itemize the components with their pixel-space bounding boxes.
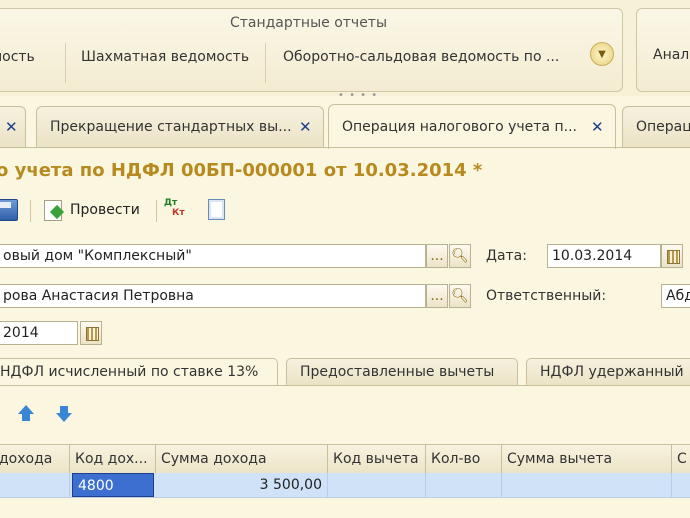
tab-ndfl-13[interactable]: НДФЛ исчисленный по ставке 13% xyxy=(0,358,278,386)
debit-label: Дт xyxy=(164,198,178,208)
ribbon-resize-grip[interactable]: • • • • xyxy=(338,90,378,101)
tab-label: Операция налогового учета п... xyxy=(342,119,577,135)
ribbon-separator xyxy=(265,43,266,83)
tab-label: НДФЛ исчисленный по ставке 13% xyxy=(0,364,259,380)
tab-tax-accounting-operation[interactable]: Операция налогового учета п... ✕ xyxy=(328,104,616,149)
move-up-icon[interactable] xyxy=(16,404,36,424)
chevron-down-circle-icon[interactable]: ▼ xyxy=(590,42,614,66)
table-cell-deduction-code[interactable] xyxy=(328,473,426,497)
ribbon-group-title: Стандартные отчеты xyxy=(229,15,388,31)
select-button[interactable]: ... xyxy=(426,284,448,308)
tab-operation-next[interactable]: Операц xyxy=(622,106,690,147)
tab-label: Операц xyxy=(636,119,690,135)
ribbon-item-turnover-balance[interactable]: Оборотно-сальдовая ведомость по ... xyxy=(283,49,559,65)
post-button[interactable]: Провести xyxy=(70,202,140,218)
tab-label: Предоставленные вычеты xyxy=(300,364,495,380)
document-report-icon[interactable] xyxy=(208,199,225,220)
column-header-next[interactable]: С xyxy=(672,445,690,473)
ribbon-separator xyxy=(65,43,66,83)
toolbar-separator xyxy=(30,200,31,222)
column-header-income[interactable]: доходa xyxy=(0,445,70,473)
column-header-quantity[interactable]: Кол-во xyxy=(426,445,502,473)
date-field[interactable]: 10.03.2014 xyxy=(547,244,661,268)
standard-reports-group: Стандартные отчеты омость Шахматная ведо… xyxy=(0,8,623,92)
period-field[interactable]: 2014 xyxy=(0,321,78,345)
column-header-income-sum[interactable]: Сумма дохода xyxy=(156,445,328,473)
calendar-icon[interactable] xyxy=(80,321,102,345)
post-document-icon[interactable] xyxy=(42,198,65,221)
credit-label: Кт xyxy=(172,208,185,218)
table-cell-quantity[interactable] xyxy=(426,473,502,497)
table-cell-income[interactable] xyxy=(0,473,70,497)
tab-label: НДФЛ удержанный xyxy=(540,364,684,380)
table-header: доходa Код дох... Сумма дохода Код вычет… xyxy=(0,444,690,474)
tab-deductions[interactable]: Предоставленные вычеты xyxy=(286,358,518,386)
move-down-icon[interactable] xyxy=(54,404,74,424)
select-button[interactable]: ... xyxy=(426,244,448,268)
close-icon[interactable]: ✕ xyxy=(5,118,18,136)
tab-label: Прекращение стандартных вы... xyxy=(50,119,292,135)
debit-credit-icon[interactable]: Дт Кт xyxy=(164,198,185,218)
ribbon: Стандартные отчеты омость Шахматная ведо… xyxy=(0,0,690,101)
table-cell-income-sum[interactable]: 3 500,00 xyxy=(156,473,328,497)
organization-field[interactable]: овый дом "Комплексный" xyxy=(0,244,426,268)
ribbon-group-body: омость Шахматная ведомость Оборотно-саль… xyxy=(0,37,622,89)
column-header-deduction-code[interactable]: Код вычета xyxy=(328,445,426,473)
responsible-field[interactable]: Абд xyxy=(661,284,690,308)
document-toolbar: Провести Дт Кт xyxy=(0,196,690,228)
table-cell-next[interactable] xyxy=(672,473,690,497)
calendar-icon[interactable] xyxy=(661,244,683,268)
tabs-divider xyxy=(0,147,690,148)
save-icon[interactable] xyxy=(0,199,18,221)
tab-standard-deductions-stop[interactable]: Прекращение стандартных вы... ✕ xyxy=(36,106,324,147)
analysis-group: Анал xyxy=(636,8,690,92)
close-icon[interactable]: ✕ xyxy=(299,118,312,136)
ribbon-item-analysis[interactable]: Анал xyxy=(653,47,689,63)
magnifier-icon[interactable]: 🔍︎ xyxy=(449,244,471,268)
magnifier-icon[interactable]: 🔍︎ xyxy=(449,284,471,308)
close-icon[interactable]: ✕ xyxy=(591,118,604,136)
date-label: Дата: xyxy=(486,248,527,264)
ribbon-item-statement[interactable]: омость xyxy=(0,49,35,65)
tab-ndfl-withheld[interactable]: НДФЛ удержанный xyxy=(526,358,690,386)
table-row[interactable]: 4800 3 500,00 xyxy=(0,473,690,498)
ribbon-item-chess-statement[interactable]: Шахматная ведомость xyxy=(81,49,249,65)
tab-previous[interactable]: ✕ xyxy=(0,106,26,147)
responsible-label: Ответственный: xyxy=(486,288,607,304)
employee-field[interactable]: рова Анастасия Петровна xyxy=(0,284,426,308)
table-cell-deduction-sum[interactable] xyxy=(502,473,672,497)
page-title: о учета по НДФЛ 00БП-000001 от 10.03.201… xyxy=(0,160,483,181)
section-tabs-divider xyxy=(0,385,690,386)
column-header-deduction-sum[interactable]: Сумма вычета xyxy=(502,445,672,473)
table-cell-income-code[interactable]: 4800 xyxy=(72,473,154,497)
column-header-income-code[interactable]: Код дох... xyxy=(70,445,156,473)
toolbar-separator xyxy=(156,200,157,222)
